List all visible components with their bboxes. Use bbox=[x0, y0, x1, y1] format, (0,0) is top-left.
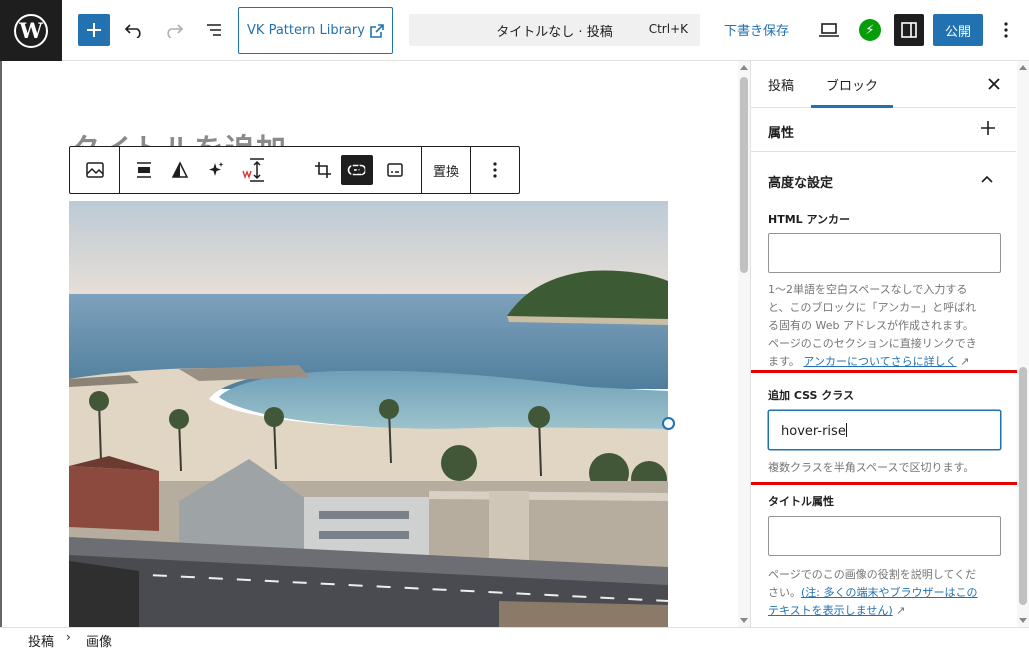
css-class-value: hover-rise bbox=[781, 424, 846, 439]
editor-canvas[interactable]: タイトルを追加 bbox=[0, 61, 750, 627]
text-caret bbox=[845, 423, 847, 437]
redo-button[interactable] bbox=[160, 14, 188, 46]
text-overlay-button[interactable] bbox=[343, 147, 375, 193]
replace-button[interactable]: 置換 bbox=[422, 147, 470, 193]
sidebar-scrollbar[interactable] bbox=[1017, 61, 1029, 627]
attributes-panel-label: 属性 bbox=[768, 126, 795, 141]
sidebar-tabs: 投稿 ブロック bbox=[751, 61, 1016, 108]
height-adjust-button[interactable] bbox=[237, 147, 271, 193]
ai-sparkle-icon bbox=[209, 162, 224, 176]
vk-pattern-library-button[interactable]: VK Pattern Library bbox=[238, 7, 393, 54]
settings-sidebar-icon bbox=[901, 22, 917, 38]
command-shortcut: Ctrl+K bbox=[648, 22, 688, 36]
caption-icon bbox=[387, 163, 403, 177]
image-block-type-button[interactable] bbox=[78, 147, 112, 193]
scroll-down-arrow-icon[interactable] bbox=[1019, 618, 1027, 623]
help-line: ページでのこの画像の役割を説明してくだ bbox=[768, 568, 977, 581]
image-resize-handle[interactable] bbox=[662, 417, 675, 430]
scroll-down-arrow-icon[interactable] bbox=[740, 618, 748, 623]
tab-post[interactable]: 投稿 bbox=[768, 75, 794, 94]
plus-icon bbox=[87, 23, 101, 37]
plus-icon bbox=[981, 121, 995, 135]
scroll-up-arrow-icon[interactable] bbox=[740, 65, 748, 70]
title-attribute-input[interactable] bbox=[768, 516, 1001, 556]
canvas-scrollbar[interactable] bbox=[738, 61, 750, 627]
help-line: と、このブロックに「アンカー」と呼ばれ bbox=[768, 301, 977, 314]
scroll-up-arrow-icon[interactable] bbox=[1019, 65, 1027, 70]
external-link-icon bbox=[370, 23, 384, 38]
document-overview-button[interactable] bbox=[200, 14, 228, 46]
help-text: ます。 bbox=[768, 355, 800, 368]
duotone-icon bbox=[171, 161, 189, 178]
image-block-toolbar: 置換 bbox=[69, 146, 520, 194]
text-overlay-icon bbox=[351, 162, 367, 178]
desktop-preview-icon bbox=[819, 23, 839, 37]
settings-toggle-button[interactable] bbox=[894, 14, 924, 46]
external-link-icon: ↗ bbox=[960, 355, 970, 368]
vk-pattern-library-label: VK Pattern Library bbox=[247, 23, 365, 38]
beach-photo-image[interactable] bbox=[69, 201, 668, 627]
options-menu-button[interactable] bbox=[994, 14, 1018, 46]
chevron-up-icon[interactable] bbox=[979, 171, 995, 187]
sidebar-scroll-thumb[interactable] bbox=[1019, 367, 1027, 605]
undo-icon bbox=[124, 24, 141, 38]
advanced-panel-label[interactable]: 高度な設定 bbox=[768, 172, 833, 191]
html-anchor-input[interactable] bbox=[768, 233, 1001, 273]
breadcrumb-item-post[interactable]: 投稿 bbox=[28, 631, 54, 650]
help-line: ます。 アンカーについてさらに詳しく ↗ bbox=[768, 353, 1003, 371]
html-anchor-label: HTML アンカー bbox=[768, 213, 851, 226]
external-link-icon: ↗ bbox=[896, 604, 906, 617]
undo-button[interactable] bbox=[120, 14, 148, 46]
css-class-input[interactable]: hover-rise bbox=[768, 410, 1001, 450]
canvas-scroll-thumb[interactable] bbox=[740, 77, 748, 273]
align-button[interactable] bbox=[128, 147, 160, 193]
more-options-icon bbox=[1004, 22, 1008, 38]
height-adjust-icon bbox=[242, 158, 264, 182]
html-anchor-help: 1〜2単語を空白スペースなしで入力する と、このブロックに「アンカー」と呼ばれ … bbox=[768, 281, 1003, 371]
ai-button[interactable] bbox=[200, 147, 232, 193]
editor-top-bar: W VK Pattern Library タイトルなし · 投稿 Ctrl+K … bbox=[0, 0, 1029, 61]
block-breadcrumb: 投稿 › 画像 bbox=[0, 627, 1029, 650]
help-text: さい。 bbox=[768, 586, 801, 599]
close-icon[interactable] bbox=[984, 74, 1004, 94]
caption-button[interactable] bbox=[379, 147, 411, 193]
wordpress-logo-icon[interactable]: W bbox=[0, 0, 62, 61]
crop-icon bbox=[315, 162, 331, 178]
help-line: さい。(注: 多くの端末やブラウザーはこの bbox=[768, 584, 1003, 602]
preview-button[interactable] bbox=[815, 14, 843, 46]
list-view-icon bbox=[207, 24, 221, 36]
help-line: テキストを表示しません) ↗ bbox=[768, 602, 1003, 620]
command-palette-bar[interactable]: タイトルなし · 投稿 Ctrl+K bbox=[409, 14, 700, 46]
title-attribute-note-link[interactable]: (注: 多くの端末やブラウザーはこの bbox=[801, 586, 978, 599]
add-block-button[interactable] bbox=[78, 14, 110, 46]
breadcrumb-item-image[interactable]: 画像 bbox=[86, 631, 112, 650]
save-draft-button[interactable]: 下書き保存 bbox=[724, 20, 789, 39]
jetpack-icon: ⚡ bbox=[859, 19, 881, 41]
title-attribute-note-link-2[interactable]: テキストを表示しません) bbox=[768, 604, 893, 617]
help-line: 1〜2単語を空白スペースなしで入力する bbox=[768, 283, 968, 296]
align-wide-icon bbox=[137, 162, 151, 178]
anchor-learn-more-link[interactable]: アンカーについてさらに詳しく bbox=[803, 355, 956, 368]
title-attribute-help: ページでのこの画像の役割を説明してくだ さい。(注: 多くの端末やブラウザーはこ… bbox=[768, 566, 1003, 620]
publish-button[interactable]: 公開 bbox=[933, 14, 983, 46]
duotone-button[interactable] bbox=[164, 147, 196, 193]
attributes-panel-header[interactable]: 属性 bbox=[751, 108, 1016, 152]
title-attribute-label: タイトル属性 bbox=[768, 495, 834, 508]
help-line: る固有の Web アドレスが作成されます。 bbox=[768, 319, 974, 332]
crop-button[interactable] bbox=[307, 147, 339, 193]
block-options-button[interactable] bbox=[471, 147, 519, 193]
more-options-icon bbox=[493, 162, 497, 178]
css-class-label: 追加 CSS クラス bbox=[768, 389, 855, 402]
image-icon bbox=[86, 162, 104, 178]
tab-block[interactable]: ブロック bbox=[826, 75, 878, 94]
help-line: ページのこのセクションに直接リンクでき bbox=[768, 337, 977, 350]
css-class-help: 複数クラスを半角スペースで区切ります。 bbox=[768, 461, 975, 474]
settings-sidebar: 投稿 ブロック 属性 高度な設定 HTML アンカー 1〜2単語を空白スペースな… bbox=[750, 61, 1029, 627]
chevron-right-icon: › bbox=[66, 630, 71, 644]
toolbar-separator bbox=[119, 147, 120, 193]
canvas-left-edge bbox=[0, 61, 2, 627]
redo-icon bbox=[167, 24, 184, 38]
jetpack-button[interactable]: ⚡ bbox=[856, 14, 884, 46]
